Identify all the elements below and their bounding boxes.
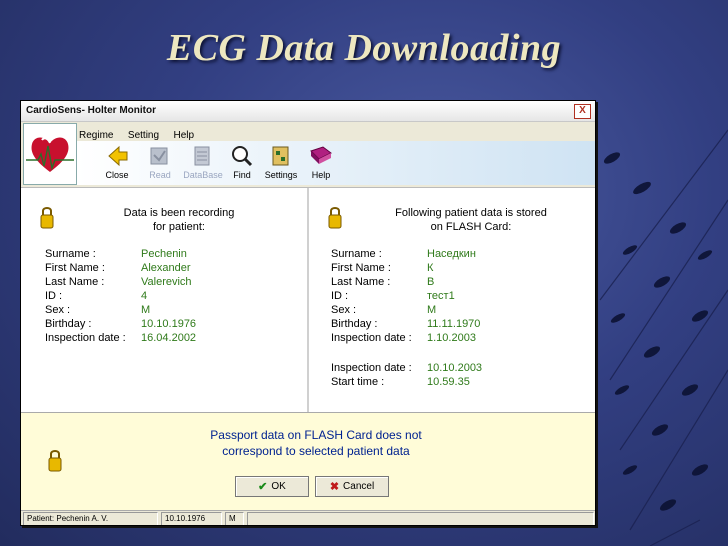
toolbar-close-button[interactable]: Close (95, 143, 139, 180)
cancel-button-label: Cancel (343, 481, 375, 492)
field-value: Pechenin (141, 248, 187, 260)
mismatch-notice: Passport data on FLASH Card does not cor… (21, 412, 595, 511)
field-label: Surname : (45, 248, 96, 260)
toolbar-database-label: DataBase (183, 170, 223, 180)
status-birthday: 10.10.1976 (161, 512, 222, 525)
toolbar-settings-button[interactable]: Settings (259, 143, 303, 180)
read-icon (150, 147, 168, 165)
field-label: ID : (331, 290, 349, 302)
field-label: Surname : (331, 248, 382, 260)
flash-card-heading-line2: on FLASH Card: (430, 221, 512, 233)
toolbar-read-button[interactable]: Read (138, 143, 182, 180)
toolbar-find-label: Find (233, 170, 251, 180)
field-label: First Name : (331, 262, 391, 274)
app-logo (23, 123, 77, 185)
window-close-button[interactable]: X (574, 104, 591, 119)
field-value: 11.11.1970 (427, 318, 481, 330)
field-value: 10.10.2003 (427, 362, 483, 374)
mismatch-message-line2: correspond to selected patient data (222, 444, 410, 458)
window-titlebar[interactable]: CardioSens- Holter Monitor X (21, 101, 595, 122)
recording-heading-line2: for patient: (153, 221, 205, 233)
status-bar: Patient: Pechenin A. V. 10.10.1976 M (21, 510, 595, 525)
toolbar-database-button[interactable]: DataBase (181, 143, 225, 180)
field-label: Inspection date : (45, 332, 126, 344)
field-value: В (427, 276, 435, 288)
recording-heading-line1: Data is been recording (123, 207, 235, 219)
toolbar-find-button[interactable]: Find (220, 143, 264, 180)
field-value: тест1 (427, 290, 455, 302)
cancel-button[interactable]: ✖ Cancel (315, 476, 389, 497)
menu-regime[interactable]: Regime (79, 130, 113, 141)
lock-icon (328, 207, 342, 229)
menu-bar: Regime Setting Help (79, 125, 204, 141)
ok-button-label: OK (271, 481, 286, 492)
field-label: Last Name : (45, 276, 105, 288)
field-label: Inspection date : (331, 332, 412, 344)
holter-monitor-window: CardioSens- Holter Monitor X Regime Sett… (20, 100, 596, 526)
field-value: Alexander (141, 262, 191, 274)
toolbar: Close Read DataBase Find Settings Help (77, 141, 595, 185)
mismatch-message-line1: Passport data on FLASH Card does not (210, 428, 422, 442)
field-value: M (141, 304, 151, 316)
recording-patient-panel: Data is been recording for patient: Surn… (21, 188, 307, 412)
field-label: Start time : (331, 376, 385, 388)
find-icon (232, 146, 253, 167)
close-arrow-icon (108, 145, 128, 167)
status-empty-panel (247, 512, 594, 525)
recording-heading: Data is been recording for patient: (79, 206, 279, 234)
flash-card-heading-line1: Following patient data is stored (395, 207, 547, 219)
toolbar-help-button[interactable]: Help (299, 143, 343, 180)
field-value: 4 (141, 290, 148, 302)
toolbar-settings-label: Settings (264, 170, 298, 180)
field-label: Birthday : (331, 318, 378, 330)
slide-title: ECG Data Downloading (166, 27, 562, 69)
field-label: Sex : (331, 304, 357, 316)
checkmark-icon: ✔ (258, 481, 268, 493)
field-value: 10.59.35 (427, 376, 470, 388)
field-label: Birthday : (45, 318, 92, 330)
cancel-x-icon: ✖ (329, 481, 340, 493)
field-label: ID : (45, 290, 63, 302)
lock-icon (48, 450, 62, 472)
menu-setting[interactable]: Setting (128, 130, 159, 141)
mismatch-message: Passport data on FLASH Card does not cor… (171, 427, 461, 459)
flash-card-heading: Following patient data is stored on FLAS… (371, 206, 571, 234)
help-book-icon (310, 146, 332, 164)
toolbar-read-label: Read (149, 170, 171, 180)
field-label: Sex : (45, 304, 71, 316)
database-icon (194, 146, 210, 166)
patient-comparison-area: Data is been recording for patient: Surn… (21, 187, 595, 412)
status-sex: M (225, 512, 244, 525)
field-value: Valerevich (141, 276, 192, 288)
field-value: 10.10.1976 (141, 318, 197, 330)
field-label: First Name : (45, 262, 105, 274)
field-label: Inspection date : (331, 362, 412, 374)
toolbar-help-label: Help (311, 170, 331, 180)
field-label: Last Name : (331, 276, 391, 288)
settings-icon (272, 146, 289, 166)
heart-ecg-logo-icon (26, 137, 74, 172)
lock-icon (40, 207, 54, 229)
field-value: К (427, 262, 434, 274)
menu-help[interactable]: Help (174, 130, 195, 141)
field-value: Наседкин (427, 248, 476, 260)
field-value: 1.10.2003 (427, 332, 476, 344)
status-patient: Patient: Pechenin A. V. (23, 512, 158, 525)
window-title: CardioSens- Holter Monitor (26, 105, 157, 116)
ok-button[interactable]: ✔ OK (235, 476, 309, 497)
field-value: М (427, 304, 437, 316)
field-value: 16.04.2002 (141, 332, 197, 344)
toolbar-close-label: Close (105, 170, 129, 180)
flash-card-patient-panel: Following patient data is stored on FLAS… (309, 188, 595, 412)
